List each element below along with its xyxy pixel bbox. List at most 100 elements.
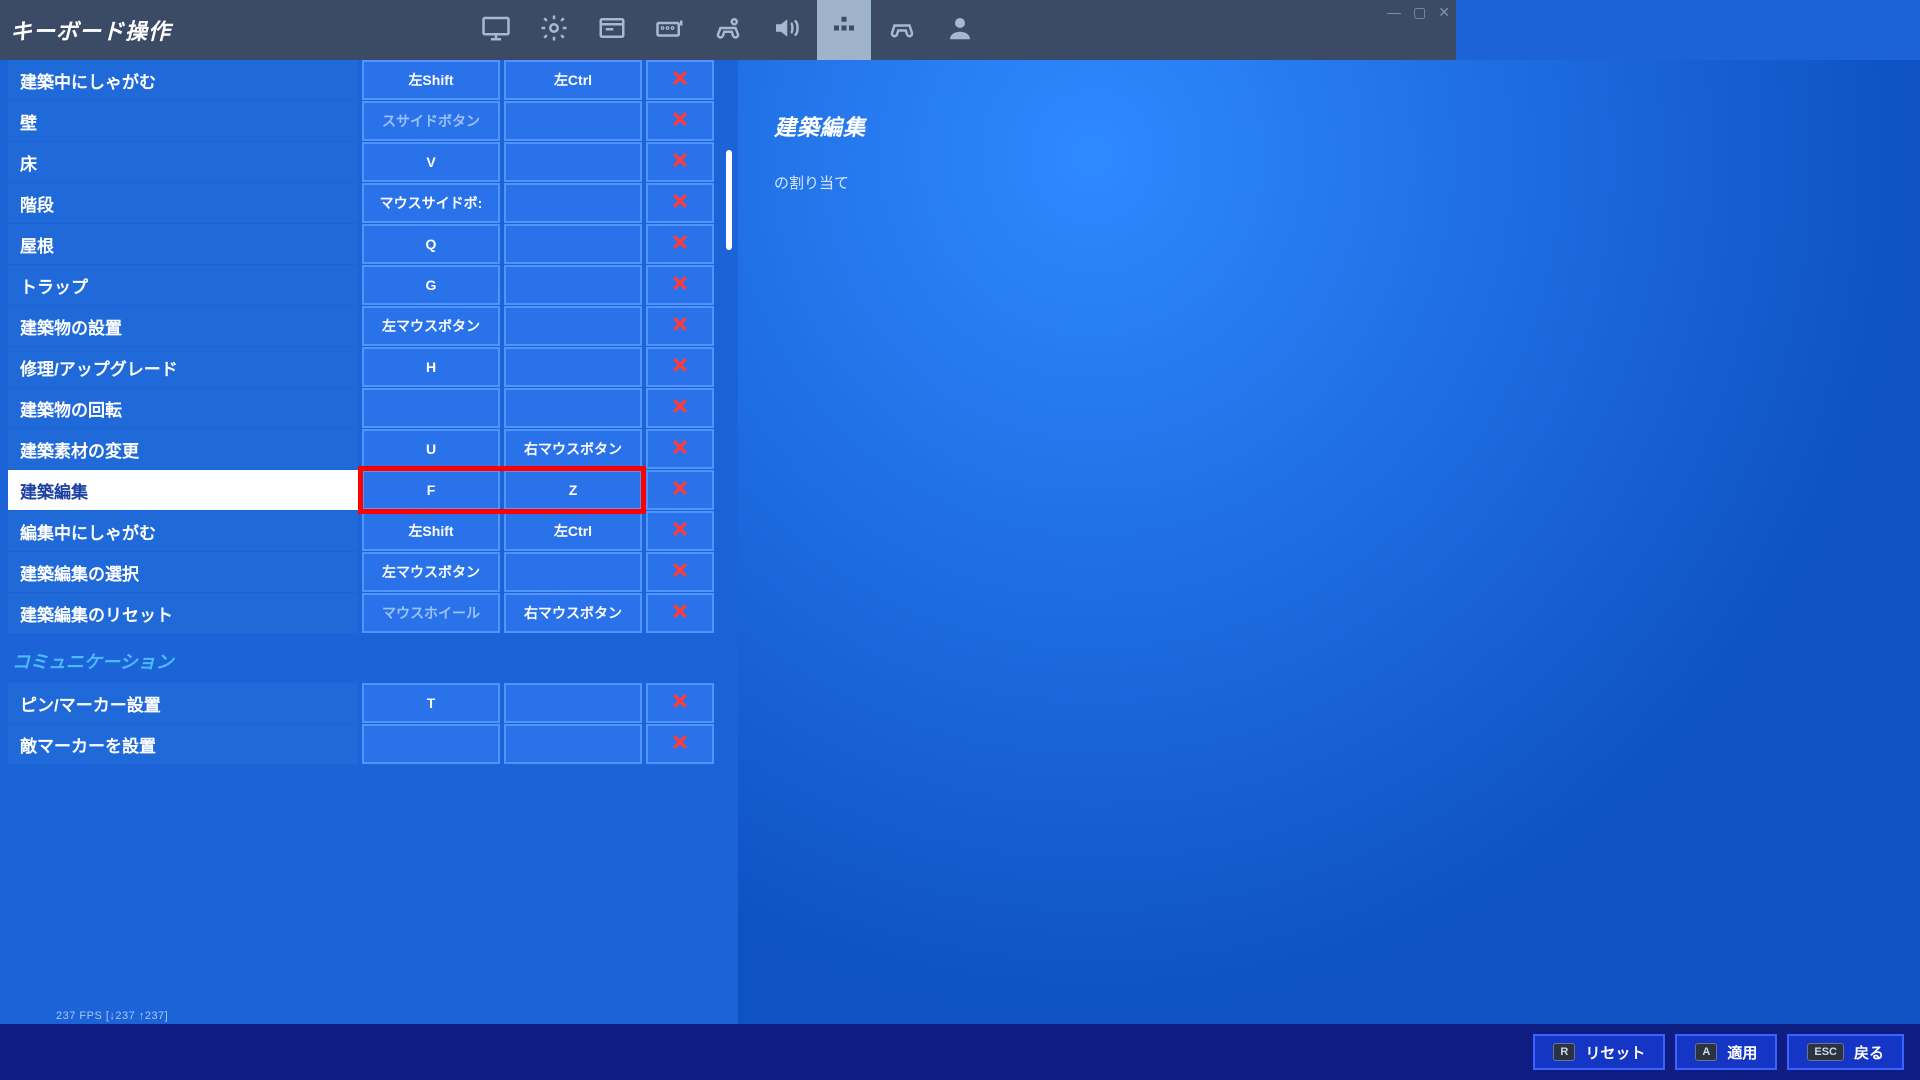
keybind-row[interactable]: 建築素材の変更U右マウスボタン xyxy=(8,429,730,469)
keybind-clear-button[interactable] xyxy=(646,470,714,510)
detail-title: 建築編集 xyxy=(774,110,1884,142)
display-icon xyxy=(481,13,511,48)
keybind-primary[interactable]: H xyxy=(362,347,500,387)
apply-button[interactable]: A 適用 xyxy=(1675,1034,1777,1070)
keybind-label: 建築物の設置 xyxy=(8,306,358,346)
keybind-primary[interactable]: Q xyxy=(362,224,500,264)
keybind-secondary[interactable]: Z xyxy=(504,470,642,510)
keybind-label: 建築物の回転 xyxy=(8,388,358,428)
keybind-secondary[interactable]: 右マウスボタン xyxy=(504,429,642,469)
keybind-primary[interactable]: T xyxy=(362,683,500,723)
tab-gear-icon[interactable] xyxy=(527,0,581,60)
keybind-label: 建築素材の変更 xyxy=(8,429,358,469)
keybind-secondary[interactable] xyxy=(504,724,642,764)
keybind-secondary[interactable] xyxy=(504,388,642,428)
keybind-primary[interactable]: スサイドボタン xyxy=(362,101,500,141)
keybind-secondary[interactable] xyxy=(504,683,642,723)
keybind-clear-button[interactable] xyxy=(646,101,714,141)
scrollbar[interactable] xyxy=(726,150,732,250)
back-button[interactable]: ESC 戻る xyxy=(1787,1034,1904,1070)
tab-arrows-icon[interactable] xyxy=(817,0,871,60)
gamepad-icon xyxy=(887,13,917,48)
keybind-row[interactable]: 屋根Q xyxy=(8,224,730,264)
back-label: 戻る xyxy=(1854,1042,1884,1063)
tab-gamepad-icon[interactable] xyxy=(875,0,929,60)
tab-language-icon[interactable] xyxy=(585,0,639,60)
keybind-primary[interactable]: 左マウスボタン xyxy=(362,552,500,592)
keybind-row[interactable]: トラップG xyxy=(8,265,730,305)
keybind-clear-button[interactable] xyxy=(646,265,714,305)
keybind-label: 建築編集のリセット xyxy=(8,593,358,633)
x-icon xyxy=(670,68,690,93)
keybind-secondary[interactable]: 左Ctrl xyxy=(504,60,642,100)
keybind-row[interactable]: 建築編集FZ xyxy=(8,470,730,510)
keybind-row[interactable]: 建築中にしゃがむ左Shift左Ctrl xyxy=(8,60,730,100)
tab-display-icon[interactable] xyxy=(469,0,523,60)
keybind-clear-button[interactable] xyxy=(646,593,714,633)
tab-controller-wrench-icon[interactable] xyxy=(701,0,755,60)
close-icon[interactable]: ✕ xyxy=(1438,4,1450,21)
keybind-secondary[interactable] xyxy=(504,265,642,305)
keybind-secondary[interactable] xyxy=(504,183,642,223)
maximize-icon[interactable]: ▢ xyxy=(1413,4,1426,21)
language-icon xyxy=(597,13,627,48)
keybind-row[interactable]: 編集中にしゃがむ左Shift左Ctrl xyxy=(8,511,730,551)
keybind-row[interactable]: 床V xyxy=(8,142,730,182)
keybind-primary[interactable]: F xyxy=(362,470,500,510)
keybind-secondary[interactable] xyxy=(504,224,642,264)
x-icon xyxy=(670,150,690,175)
keybind-row[interactable]: 敵マーカーを設置 xyxy=(8,724,730,764)
keybind-primary[interactable]: 左マウスボタン xyxy=(362,306,500,346)
keybind-row[interactable]: 建築物の設置左マウスボタン xyxy=(8,306,730,346)
detail-desc: の割り当て xyxy=(774,172,1884,193)
tab-keyboard-icon[interactable] xyxy=(643,0,697,60)
keybind-row[interactable]: 壁スサイドボタン xyxy=(8,101,730,141)
keybind-primary[interactable] xyxy=(362,388,500,428)
keybind-label: 屋根 xyxy=(8,224,358,264)
keybind-clear-button[interactable] xyxy=(646,683,714,723)
keybind-clear-button[interactable] xyxy=(646,142,714,182)
reset-button[interactable]: R リセット xyxy=(1533,1034,1665,1070)
keybind-secondary[interactable] xyxy=(504,142,642,182)
keybind-secondary[interactable]: 右マウスボタン xyxy=(504,593,642,633)
keybind-row[interactable]: 建築物の回転 xyxy=(8,388,730,428)
keybind-label: 床 xyxy=(8,142,358,182)
keybind-clear-button[interactable] xyxy=(646,429,714,469)
x-icon xyxy=(670,396,690,421)
keybind-clear-button[interactable] xyxy=(646,388,714,428)
keybind-primary[interactable]: V xyxy=(362,142,500,182)
keybind-row[interactable]: 階段マウスサイドボ: xyxy=(8,183,730,223)
keybind-secondary[interactable] xyxy=(504,347,642,387)
keybind-label: ピン/マーカー設置 xyxy=(8,683,358,723)
reset-key-icon: R xyxy=(1553,1043,1575,1061)
keybind-clear-button[interactable] xyxy=(646,224,714,264)
keybind-clear-button[interactable] xyxy=(646,60,714,100)
keybind-clear-button[interactable] xyxy=(646,552,714,592)
keybind-clear-button[interactable] xyxy=(646,347,714,387)
keybind-primary[interactable]: U xyxy=(362,429,500,469)
tab-person-icon[interactable] xyxy=(933,0,987,60)
keybind-clear-button[interactable] xyxy=(646,306,714,346)
x-icon xyxy=(670,191,690,216)
keybind-secondary[interactable]: 左Ctrl xyxy=(504,511,642,551)
keybind-secondary[interactable] xyxy=(504,101,642,141)
x-icon xyxy=(670,732,690,757)
keybind-primary[interactable]: G xyxy=(362,265,500,305)
keybind-row[interactable]: 修理/アップグレードH xyxy=(8,347,730,387)
tab-speaker-icon[interactable] xyxy=(759,0,813,60)
minimize-icon[interactable]: — xyxy=(1387,4,1401,21)
keybind-row[interactable]: 建築編集の選択左マウスボタン xyxy=(8,552,730,592)
keybind-row[interactable]: 建築編集のリセットマウスホイール右マウスボタン xyxy=(8,593,730,633)
keybind-label: 建築編集の選択 xyxy=(8,552,358,592)
keybind-primary[interactable] xyxy=(362,724,500,764)
keybind-primary[interactable]: マウスサイドボ: xyxy=(362,183,500,223)
keybind-primary[interactable]: マウスホイール xyxy=(362,593,500,633)
keybind-secondary[interactable] xyxy=(504,552,642,592)
keybind-secondary[interactable] xyxy=(504,306,642,346)
keybind-clear-button[interactable] xyxy=(646,183,714,223)
keybind-clear-button[interactable] xyxy=(646,724,714,764)
keybind-primary[interactable]: 左Shift xyxy=(362,60,500,100)
keybind-clear-button[interactable] xyxy=(646,511,714,551)
keybind-primary[interactable]: 左Shift xyxy=(362,511,500,551)
keybind-row[interactable]: ピン/マーカー設置T xyxy=(8,683,730,723)
